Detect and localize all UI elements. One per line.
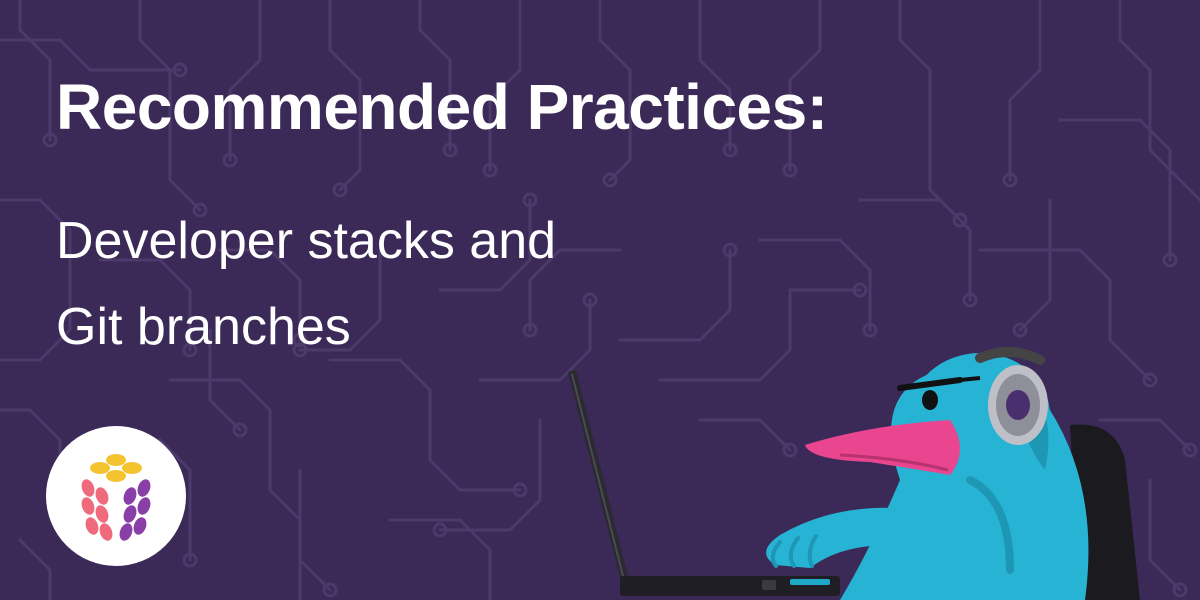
subtitle-line-1: Developer stacks and — [56, 212, 557, 270]
subtitle-line-2: Git branches — [56, 298, 351, 356]
blog-banner: Recommended Practices: Developer stacks … — [0, 0, 1200, 600]
subtitle: Developer stacks and Git branches — [56, 198, 556, 370]
headline: Recommended Practices: — [56, 71, 828, 143]
platform-logo-icon — [46, 426, 186, 566]
duck-mascot-illustration — [568, 346, 1140, 600]
